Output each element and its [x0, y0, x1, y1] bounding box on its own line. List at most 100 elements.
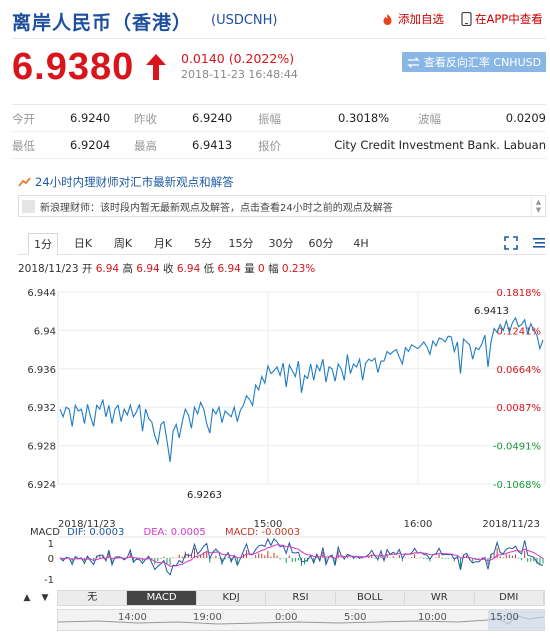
- advisor-message-box[interactable]: 新浪理财师：该时段内暂无最新观点及解答，点击查看24小时之前的观点及解答 ▲ ▼: [18, 195, 546, 217]
- tab-4h[interactable]: 4H: [348, 233, 374, 255]
- tab-daily-k[interactable]: 日K: [70, 233, 96, 255]
- ohlc-range-label: 幅: [268, 263, 279, 275]
- ohlc-open: 6.94: [95, 263, 120, 275]
- low-label: 最低: [12, 139, 35, 153]
- page-title: 离岸人民币（香港）: [12, 12, 193, 34]
- stats-row: 最低 6.9204 最高 6.9413 报价 City Credit Inves…: [12, 132, 546, 159]
- y-pct-label: 0.1818%: [497, 288, 542, 299]
- stats-row: 今开 6.9240 昨收 6.9240 振幅 0.3018% 波幅 0.0209: [12, 105, 546, 132]
- y-tick-label: 6.932: [27, 403, 56, 414]
- tab-30min[interactable]: 30分: [266, 233, 296, 255]
- price-chart[interactable]: 6.9446.946.9366.9326.9286.924 0.1818%0.1…: [0, 275, 550, 585]
- scroll-up-icon[interactable]: ▲: [19, 591, 35, 605]
- dea-value: DEA: 0.0005: [143, 527, 206, 538]
- macd-tick-label: 0: [48, 554, 54, 565]
- tab-5min[interactable]: 5分: [190, 233, 216, 255]
- tab-15min[interactable]: 15分: [226, 233, 256, 255]
- add-favorite-label: 添加自选: [398, 12, 444, 26]
- stats-table: 今开 6.9240 昨收 6.9240 振幅 0.3018% 波幅 0.0209…: [12, 104, 546, 159]
- up-arrow-icon: [146, 54, 166, 80]
- indicator-wr[interactable]: WR: [405, 591, 475, 605]
- reverse-rate-label: 查看反向汇率 CNHUSD: [423, 56, 542, 69]
- high-value: 6.9413: [192, 138, 233, 152]
- y-tick-label: 6.94: [34, 326, 56, 337]
- indicator-tabs: 无 MACD KDJ RSI BOLL WR DMI: [57, 590, 545, 606]
- prev-close-value: 6.9240: [192, 111, 233, 125]
- indicator-macd[interactable]: MACD: [127, 591, 197, 605]
- navigator-tick: 10:00: [418, 612, 447, 623]
- y-pct-label: 0.0087%: [497, 403, 542, 414]
- y-tick-label: 6.944: [27, 288, 56, 299]
- quote-source-label: 报价: [258, 139, 281, 153]
- ohlc-volume: 0: [258, 263, 265, 275]
- ohlc-close-label: 收: [163, 263, 174, 275]
- trend-icon: [18, 177, 31, 187]
- tab-monthly-k[interactable]: 月K: [150, 233, 176, 255]
- tab-60min[interactable]: 60分: [306, 233, 336, 255]
- advisor-scroll[interactable]: ▲ ▼: [531, 196, 545, 216]
- quote-source-value: City Credit Investment Bank. Labuan: [334, 138, 546, 152]
- price-line: [59, 316, 544, 462]
- indicator-dmi[interactable]: DMI: [475, 591, 544, 605]
- amplitude-label: 振幅: [258, 112, 281, 126]
- advisor-heading[interactable]: 24小时内理财师对汇市最新观点和解答: [18, 174, 546, 190]
- period-tabs: 1分 日K 周K 月K 5分 15分 30分 60分 4H: [18, 233, 546, 255]
- navigator-tick: 15:00: [490, 612, 519, 623]
- dif-value: DIF: 0.0003: [67, 527, 125, 538]
- ohlc-low: 6.94: [217, 263, 241, 275]
- ohlc-open-label: 开: [81, 263, 93, 275]
- y-tick-label: 6.928: [27, 442, 56, 453]
- ohlc-range: 0.23%: [281, 263, 316, 275]
- indicator-boll[interactable]: BOLL: [336, 591, 406, 605]
- chart-tools: [504, 236, 546, 250]
- price-change: 0.0140 (0.2022%): [181, 51, 295, 66]
- macd-tick-label: 1: [48, 539, 54, 550]
- header-divider: [12, 38, 546, 39]
- max-annotation: 6.9413: [474, 306, 509, 317]
- tab-weekly-k[interactable]: 周K: [110, 233, 136, 255]
- y-pct-label: 0.0664%: [497, 365, 542, 376]
- macd-label: MACD: [30, 527, 60, 538]
- tab-1min[interactable]: 1分: [28, 233, 58, 255]
- navigator-tick: 14:00: [118, 612, 147, 623]
- y-pct-label: -0.1068%: [493, 480, 541, 491]
- open-label: 今开: [12, 112, 35, 126]
- ohlc-volume-label: 量: [244, 263, 255, 275]
- scroll-up-icon[interactable]: ▲: [536, 198, 541, 206]
- ohlc-high: 6.94: [136, 263, 160, 275]
- x-tick-label: 2018/11/23: [482, 519, 540, 530]
- navigator-tick: 5:00: [344, 612, 367, 623]
- y-pct-label: -0.0491%: [493, 442, 541, 453]
- macd-tick-label: -1: [44, 575, 54, 585]
- add-favorite-button[interactable]: 添加自选: [381, 11, 444, 27]
- swap-icon: [407, 56, 420, 68]
- chart-settings-icon[interactable]: [532, 236, 546, 250]
- phone-icon: [461, 12, 472, 26]
- indicator-rsi[interactable]: RSI: [266, 591, 336, 605]
- ohlc-date: 2018/11/23: [18, 263, 79, 275]
- ohlc-close: 6.94: [176, 263, 201, 275]
- y-tick-label: 6.924: [27, 480, 56, 491]
- macd-legend: MACD DIF: 0.0003 DEA: 0.0005 MACD: -0.00…: [30, 527, 300, 538]
- indicator-kdj[interactable]: KDJ: [197, 591, 267, 605]
- fullscreen-icon[interactable]: [504, 236, 518, 250]
- symbol-code: (USDCNH): [211, 13, 278, 28]
- y-tick-label: 6.936: [27, 365, 56, 376]
- scroll-down-icon[interactable]: ▼: [37, 591, 53, 605]
- current-price: 6.9380: [12, 46, 135, 88]
- volatility-label: 波幅: [418, 112, 441, 126]
- scroll-down-icon[interactable]: ▼: [536, 206, 541, 214]
- open-in-app-label: 在APP中查看: [475, 12, 543, 26]
- reverse-rate-button[interactable]: 查看反向汇率 CNHUSD: [402, 52, 546, 72]
- ohlc-high-label: 高: [122, 263, 133, 275]
- high-label: 最高: [134, 139, 157, 153]
- navigator-tick: 19:00: [193, 612, 222, 623]
- ohlc-low-label: 低: [203, 263, 215, 275]
- advisor-message: 新浪理财师：该时段内暂无最新观点及解答，点击查看24小时之前的观点及解答: [40, 202, 393, 214]
- volatility-value: 0.0209: [505, 111, 546, 125]
- low-value: 6.9204: [70, 138, 111, 152]
- prev-close-label: 昨收: [134, 112, 157, 126]
- open-in-app-button[interactable]: 在APP中查看: [461, 11, 543, 27]
- indicator-none[interactable]: 无: [58, 591, 128, 605]
- open-value: 6.9240: [70, 111, 111, 125]
